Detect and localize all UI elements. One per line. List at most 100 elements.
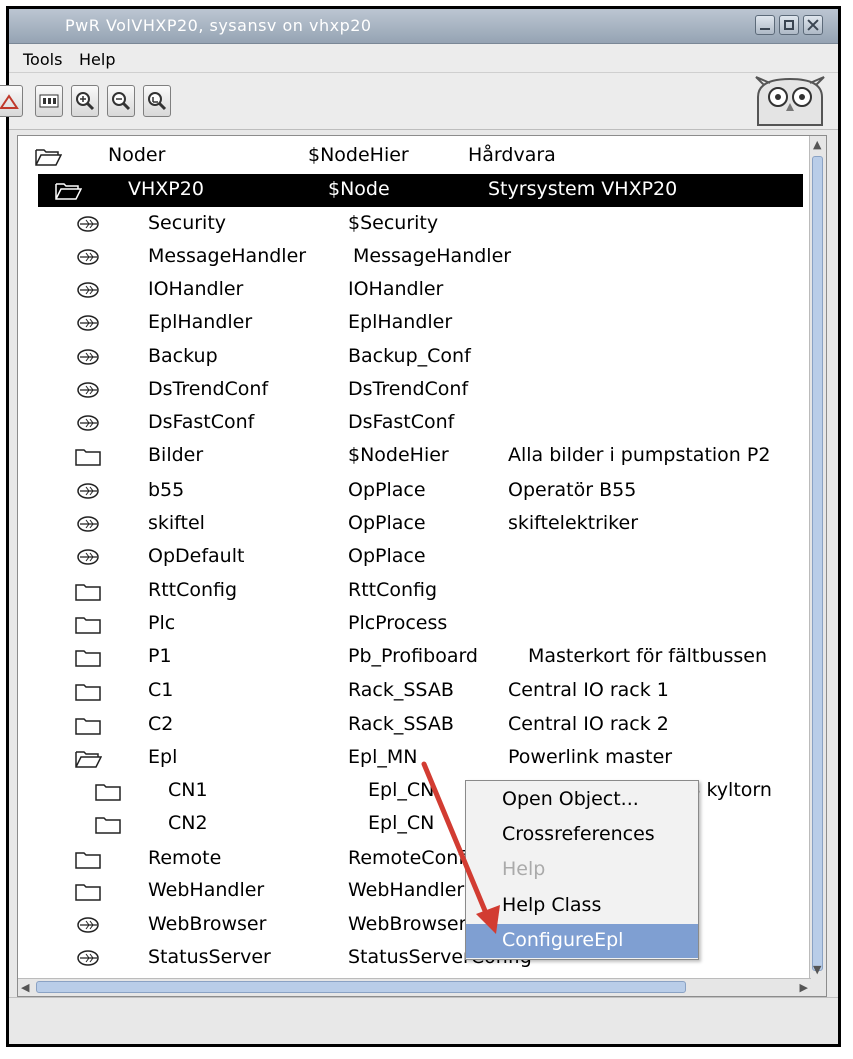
scroll-down-icon[interactable]: ▼: [813, 963, 821, 976]
leaf-icon[interactable]: [74, 513, 102, 535]
tree-row-name: WebHandler: [148, 879, 265, 901]
toolbar-button-zoom-in[interactable]: [71, 85, 99, 117]
menu-item-label: Help: [502, 858, 546, 880]
vertical-scrollbar[interactable]: ▲ ▼: [809, 136, 826, 996]
tree-row[interactable]: VHXP20 $Node Styrsystem VHXP20: [38, 174, 803, 207]
tree-row[interactable]: Security $Security: [18, 208, 803, 241]
tree-row[interactable]: C2 Rack_SSAB Central IO rack 2: [18, 709, 803, 742]
tree-row[interactable]: skiftel OpPlace skiftelektriker: [18, 508, 803, 541]
menu-tools[interactable]: Tools: [23, 50, 62, 69]
folder-icon[interactable]: [74, 880, 102, 902]
tree-row-name: MessageHandler: [148, 245, 307, 267]
close-button[interactable]: [803, 15, 823, 35]
tree-row-name: EplHandler: [148, 311, 253, 333]
open-folder-icon[interactable]: [54, 179, 82, 201]
folder-icon[interactable]: [74, 646, 102, 668]
tree-row-class: IOHandler: [348, 278, 444, 300]
folder-icon[interactable]: [94, 813, 122, 835]
scroll-up-icon[interactable]: ▲: [813, 138, 821, 151]
tree-row-class: Backup_Conf: [348, 345, 471, 367]
menu-item-label: ConfigureEpl: [502, 929, 624, 951]
tree-row-name: skiftel: [148, 512, 205, 534]
tree-row-name: RttConfig: [148, 579, 238, 601]
tree-row-name: b55: [148, 479, 185, 501]
tree-row-name: VHXP20: [128, 178, 204, 200]
tree-row-name: IOHandler: [148, 278, 244, 300]
tree-row[interactable]: MessageHandler MessageHandler: [18, 241, 803, 274]
tree-row-description: Central IO rack 2: [508, 713, 669, 735]
tree-row-description: Hårdvara: [468, 144, 556, 166]
menu-item-open-object[interactable]: Open Object...: [466, 783, 698, 817]
tree-row[interactable]: IOHandler IOHandler: [18, 274, 803, 307]
tree-row-name: Noder: [108, 144, 166, 166]
leaf-icon[interactable]: [74, 346, 102, 368]
tree-row-class: $Node: [328, 178, 390, 200]
leaf-icon[interactable]: [74, 412, 102, 434]
tree-row-name: CN2: [168, 812, 208, 834]
open-folder-icon[interactable]: [74, 747, 102, 769]
leaf-icon[interactable]: [74, 246, 102, 268]
tree-row[interactable]: Epl Epl_MN Powerlink master: [18, 742, 803, 775]
leaf-icon[interactable]: [74, 279, 102, 301]
tree-row-name: P1: [148, 645, 172, 667]
menu-item-help: Help: [466, 853, 698, 887]
tree-row-name: Plc: [148, 612, 176, 634]
folder-icon[interactable]: [74, 580, 102, 602]
tree-row-class: Rack_SSAB: [348, 679, 454, 701]
folder-icon[interactable]: [74, 714, 102, 736]
tree-row-name: C2: [148, 713, 174, 735]
menu-help[interactable]: Help: [79, 50, 115, 69]
leaf-icon[interactable]: [74, 312, 102, 334]
tree-row-class: $NodeHier: [348, 444, 449, 466]
menu-bar: Tools Help: [9, 44, 838, 73]
folder-icon[interactable]: [94, 780, 122, 802]
tree-row[interactable]: OpDefault OpPlace: [18, 541, 803, 574]
tree-row-class: $NodeHier: [308, 144, 409, 166]
scroll-right-icon[interactable]: ▶: [800, 981, 808, 994]
tree-row[interactable]: EplHandler EplHandler: [18, 307, 803, 340]
tree-row[interactable]: DsTrendConf DsTrendConf: [18, 374, 803, 407]
tree-row-class: OpPlace: [348, 512, 426, 534]
toolbar-button-object[interactable]: [35, 85, 63, 117]
scroll-left-icon[interactable]: ◀: [21, 981, 29, 994]
toolbar-button-zoom-out[interactable]: [107, 85, 135, 117]
tree-row[interactable]: RttConfig RttConfig: [18, 575, 803, 608]
open-folder-icon[interactable]: [34, 145, 62, 167]
folder-icon[interactable]: [74, 613, 102, 635]
toolbar-button-zoom-reset[interactable]: [143, 85, 171, 117]
folder-icon[interactable]: [74, 848, 102, 870]
tree-row-name: Backup: [148, 345, 218, 367]
menu-item-label: Open Object...: [502, 788, 639, 810]
tree-row[interactable]: Backup Backup_Conf: [18, 341, 803, 374]
leaf-icon[interactable]: [74, 379, 102, 401]
tree-row[interactable]: b55 OpPlace Operatör B55: [18, 475, 803, 508]
menu-item-configure-epl[interactable]: ConfigureEpl: [466, 924, 698, 958]
vertical-scroll-thumb[interactable]: [812, 156, 823, 971]
leaf-icon[interactable]: [74, 546, 102, 568]
tree-row-name: DsTrendConf: [148, 378, 269, 400]
leaf-icon[interactable]: [74, 480, 102, 502]
tree-row[interactable]: Noder $NodeHier Hårdvara: [18, 140, 803, 173]
tree-row[interactable]: C1 Rack_SSAB Central IO rack 1: [18, 675, 803, 708]
folder-icon[interactable]: [74, 445, 102, 467]
menu-item-help-class[interactable]: Help Class: [466, 889, 698, 923]
leaf-icon[interactable]: [74, 947, 102, 969]
object-tree[interactable]: Noder $NodeHier Hårdvara VHXP20 $Node Styrsys…: [17, 135, 827, 997]
tree-row[interactable]: Bilder $NodeHier Alla bilder i pumpstation…: [18, 440, 803, 473]
title-bar[interactable]: PwR VolVHXP20, sysansv on vhxp20: [9, 9, 838, 44]
tree-row[interactable]: P1 Pb_Profiboard Masterkort för fältbussen: [18, 641, 803, 674]
leaf-icon[interactable]: [74, 213, 102, 235]
horizontal-scroll-thumb[interactable]: [36, 981, 686, 993]
tree-row[interactable]: DsFastConf DsFastConf: [18, 407, 803, 440]
main-window: PwR VolVHXP20, sysansv on vhxp20 Tools H…: [0, 6, 841, 1047]
menu-item-crossreferences[interactable]: Crossreferences: [466, 818, 698, 852]
tree-row-description: Operatör B55: [508, 479, 637, 501]
minimize-button[interactable]: [755, 15, 775, 35]
horizontal-scrollbar[interactable]: ◀ ▶: [18, 978, 811, 996]
zoom-in-icon: [76, 92, 95, 111]
folder-icon[interactable]: [74, 680, 102, 702]
maximize-button[interactable]: [779, 15, 799, 35]
leaf-icon[interactable]: [74, 914, 102, 936]
tree-row[interactable]: Plc PlcProcess: [18, 608, 803, 641]
toolbar-button-alert[interactable]: [0, 85, 23, 117]
